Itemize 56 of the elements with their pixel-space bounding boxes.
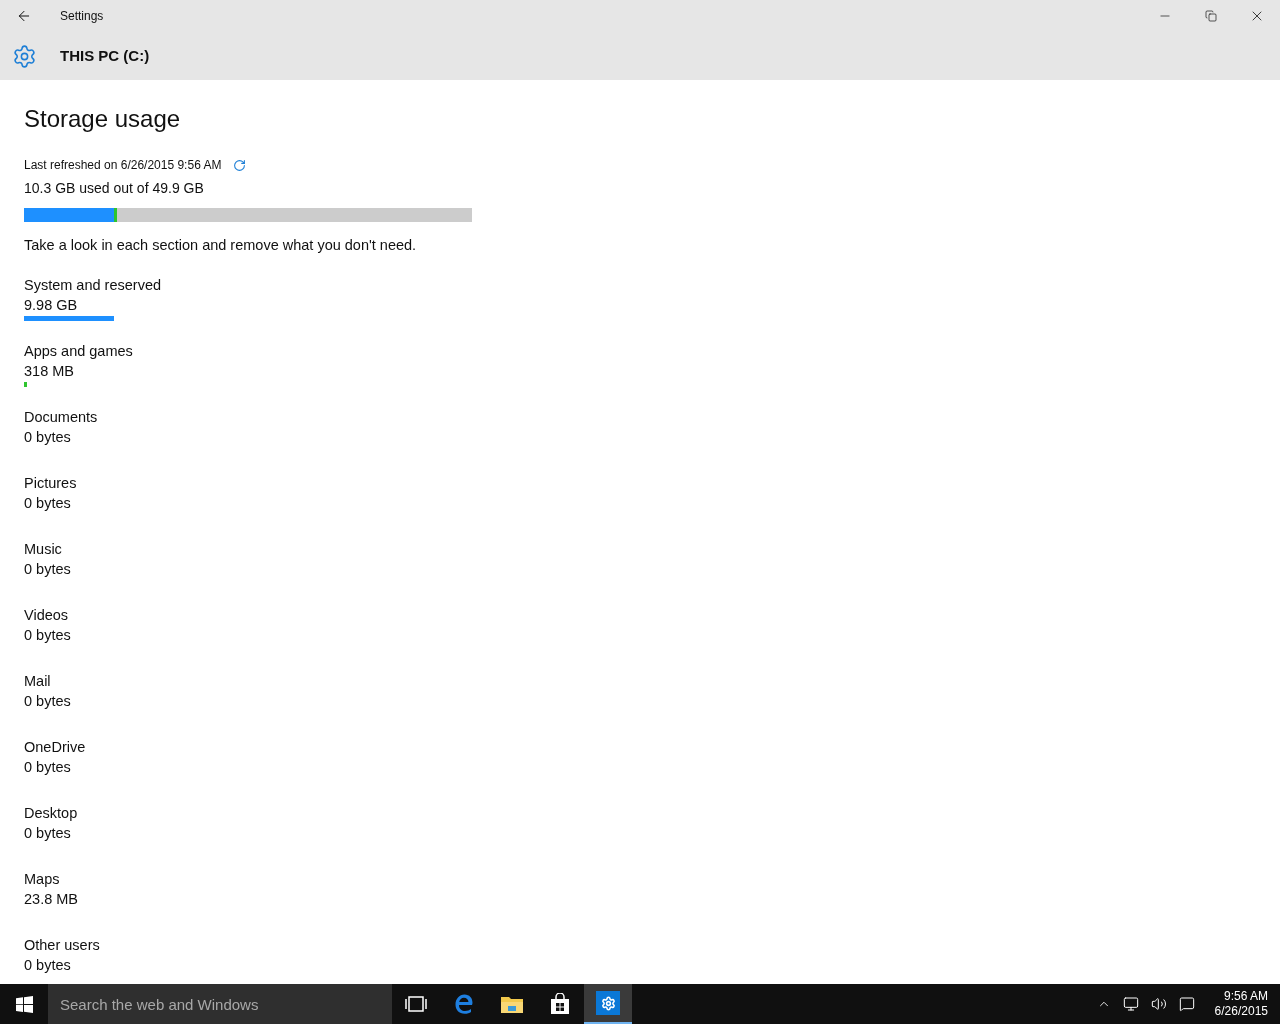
refresh-icon xyxy=(233,158,247,172)
storage-category[interactable]: Maps 23.8 MB xyxy=(24,868,472,935)
storage-category[interactable]: Videos 0 bytes xyxy=(24,604,472,671)
restore-icon xyxy=(1205,10,1217,22)
category-name: Desktop xyxy=(24,803,79,823)
storage-category[interactable]: Desktop 0 bytes xyxy=(24,802,472,869)
category-name: Mail xyxy=(24,671,52,691)
category-name: System and reserved xyxy=(24,275,162,295)
network-icon[interactable] xyxy=(1122,996,1139,1012)
page-header: THIS PC (C:) xyxy=(60,45,150,66)
usage-summary: 10.3 GB used out of 49.9 GB xyxy=(24,179,205,198)
category-name: Documents xyxy=(24,407,99,427)
taskbar-app-button[interactable] xyxy=(584,984,632,1024)
category-name: Videos xyxy=(24,605,70,625)
shopping-bag-icon xyxy=(550,993,570,1015)
windows-logo-icon xyxy=(15,995,33,1013)
category-size: 318 MB xyxy=(24,361,75,381)
settings-icon xyxy=(12,43,37,69)
category-size: 9.98 GB xyxy=(24,295,79,315)
category-size: 0 bytes xyxy=(24,427,72,447)
storage-category[interactable]: Other users 0 bytes xyxy=(24,934,472,979)
category-size: 0 bytes xyxy=(24,493,72,513)
category-size: 0 bytes xyxy=(24,823,72,843)
notifications-icon[interactable] xyxy=(1178,996,1195,1012)
category-name: Pictures xyxy=(24,473,78,493)
category-name: Maps xyxy=(24,869,61,889)
last-refreshed-text: Last refreshed on 6/26/2015 9:56 AM xyxy=(24,157,222,174)
storage-category[interactable]: System and reserved 9.98 GB xyxy=(24,274,472,341)
category-name: Music xyxy=(24,539,63,559)
letter-e-icon xyxy=(453,993,475,1015)
category-size: 0 bytes xyxy=(24,625,72,645)
storage-category[interactable]: Apps and games 318 MB xyxy=(24,340,472,407)
category-size: 0 bytes xyxy=(24,691,72,711)
category-size: 0 bytes xyxy=(24,559,72,579)
folder-icon xyxy=(500,994,524,1014)
clock-button[interactable]: 9:56 AM 6/26/2015 xyxy=(1214,989,1268,1019)
category-name: Apps and games xyxy=(24,341,134,361)
page-title: Storage usage xyxy=(24,105,182,133)
storage-category[interactable]: Mail 0 bytes xyxy=(24,670,472,737)
volume-icon[interactable] xyxy=(1150,996,1167,1012)
category-size: 0 bytes xyxy=(24,757,72,777)
storage-category[interactable]: OneDrive 0 bytes xyxy=(24,736,472,803)
storage-category[interactable]: Pictures 0 bytes xyxy=(24,472,472,539)
category-name: OneDrive xyxy=(24,737,87,757)
back-arrow-icon xyxy=(16,8,32,24)
category-size: 0 bytes xyxy=(24,955,72,975)
hint-text: Take a look in each section and remove what you don't need. xyxy=(24,236,418,255)
category-name: Other users xyxy=(24,935,101,955)
window-title: Settings xyxy=(60,8,104,25)
search-field[interactable]: Search the web and Windows xyxy=(48,984,392,1024)
refresh-button[interactable] xyxy=(233,158,247,172)
category-size: 23.8 MB xyxy=(24,889,79,909)
task-view-icon xyxy=(405,995,427,1013)
storage-category[interactable]: Documents 0 bytes xyxy=(24,406,472,473)
storage-category[interactable]: Music 0 bytes xyxy=(24,538,472,605)
settings-icon xyxy=(596,991,620,1015)
